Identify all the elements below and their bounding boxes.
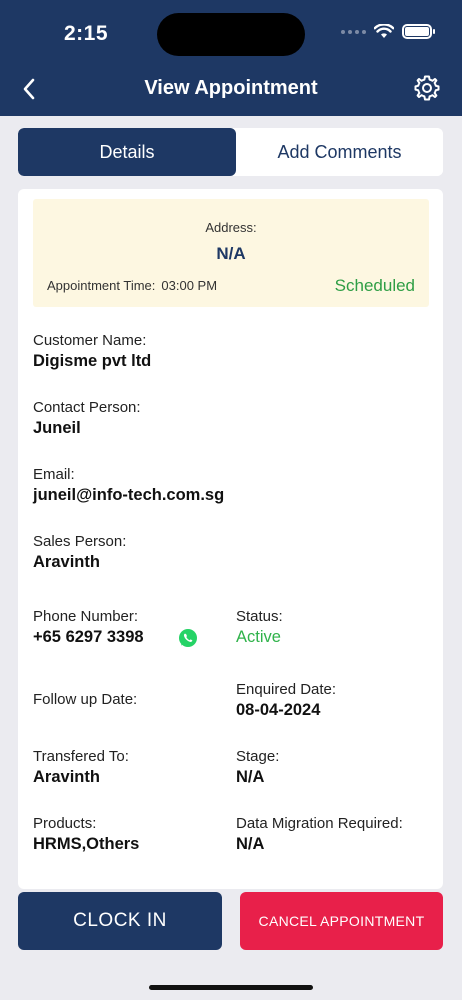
follow-up-date-label: Follow up Date: <box>33 691 138 708</box>
status-value: Active <box>236 628 281 646</box>
customer-name-value: Digisme pvt ltd <box>33 352 152 370</box>
phone-number-value[interactable]: +65 6297 3398 <box>33 628 144 647</box>
settings-button[interactable] <box>412 73 442 103</box>
appointment-time-value: 03:00 PM <box>161 278 218 293</box>
data-migration-label: Data Migration Required: <box>236 815 403 832</box>
screen: 2:15 View Appointment Details Add Commen… <box>0 0 462 1000</box>
page-title: View Appointment <box>144 77 318 99</box>
clock-in-button[interactable]: CLOCK IN <box>18 892 222 950</box>
contact-person-label: Contact Person: <box>33 399 141 416</box>
tab-bar: Details Add Comments <box>18 128 443 176</box>
wifi-icon <box>374 24 394 38</box>
phone-number-field: Phone Number: +65 6297 3398 <box>33 608 144 647</box>
sales-person-value: Aravinth <box>33 553 100 571</box>
transfered-to-label: Transfered To: <box>33 748 129 765</box>
status-time: 2:15 <box>64 22 109 45</box>
transfered-to-field: Transfered To: Aravinth <box>33 748 129 787</box>
address-value: N/A <box>216 244 246 263</box>
phone-number-label: Phone Number: <box>33 608 139 625</box>
status-field: Status: Active <box>236 608 283 647</box>
email-value: juneil@info-tech.com.sg <box>33 486 225 504</box>
stage-value: N/A <box>236 768 265 786</box>
stage-field: Stage: N/A <box>236 748 279 787</box>
follow-up-date-field: Follow up Date: <box>33 691 137 711</box>
appointment-time: Appointment Time: 03:00 PM <box>47 278 217 293</box>
tab-details[interactable]: Details <box>18 128 236 176</box>
email-field: Email: juneil@info-tech.com.sg <box>33 466 224 505</box>
contact-person-field: Contact Person: Juneil <box>33 399 141 438</box>
customer-name-field: Customer Name: Digisme pvt ltd <box>33 332 151 371</box>
tab-add-comments[interactable]: Add Comments <box>236 128 443 176</box>
products-field: Products: HRMS,Others <box>33 815 139 854</box>
sales-person-field: Sales Person: Aravinth <box>33 533 126 572</box>
details-card: Address: N/A Appointment Time: 03:00 PM … <box>18 189 443 889</box>
enquired-date-field: Enquired Date: 08-04-2024 <box>236 681 336 720</box>
status-icons <box>341 24 435 39</box>
battery-icon <box>402 24 435 39</box>
appointment-summary: Address: N/A Appointment Time: 03:00 PM … <box>33 199 429 307</box>
contact-person-value: Juneil <box>33 419 81 437</box>
appointment-status: Scheduled <box>334 276 415 295</box>
data-migration-value: N/A <box>236 835 265 853</box>
gear-icon <box>414 75 440 101</box>
header: 2:15 View Appointment <box>0 0 462 116</box>
address-label: Address: <box>205 220 257 235</box>
home-indicator[interactable] <box>149 985 313 990</box>
transfered-to-value: Aravinth <box>33 768 100 786</box>
customer-name-label: Customer Name: <box>33 332 147 349</box>
email-label: Email: <box>33 466 75 483</box>
appointment-time-label: Appointment Time: <box>47 278 156 293</box>
stage-label: Stage: <box>236 748 280 765</box>
whatsapp-icon[interactable] <box>178 628 198 648</box>
products-value: HRMS,Others <box>33 835 140 853</box>
products-label: Products: <box>33 815 97 832</box>
cancel-appointment-button[interactable]: CANCEL APPOINTMENT <box>240 892 443 950</box>
sales-person-label: Sales Person: <box>33 533 127 550</box>
enquired-date-value: 08-04-2024 <box>236 701 321 719</box>
data-migration-field: Data Migration Required: N/A <box>236 815 403 854</box>
status-label: Status: <box>236 608 283 625</box>
enquired-date-label: Enquired Date: <box>236 681 337 698</box>
dynamic-island <box>157 13 305 56</box>
signal-icon <box>341 29 366 34</box>
